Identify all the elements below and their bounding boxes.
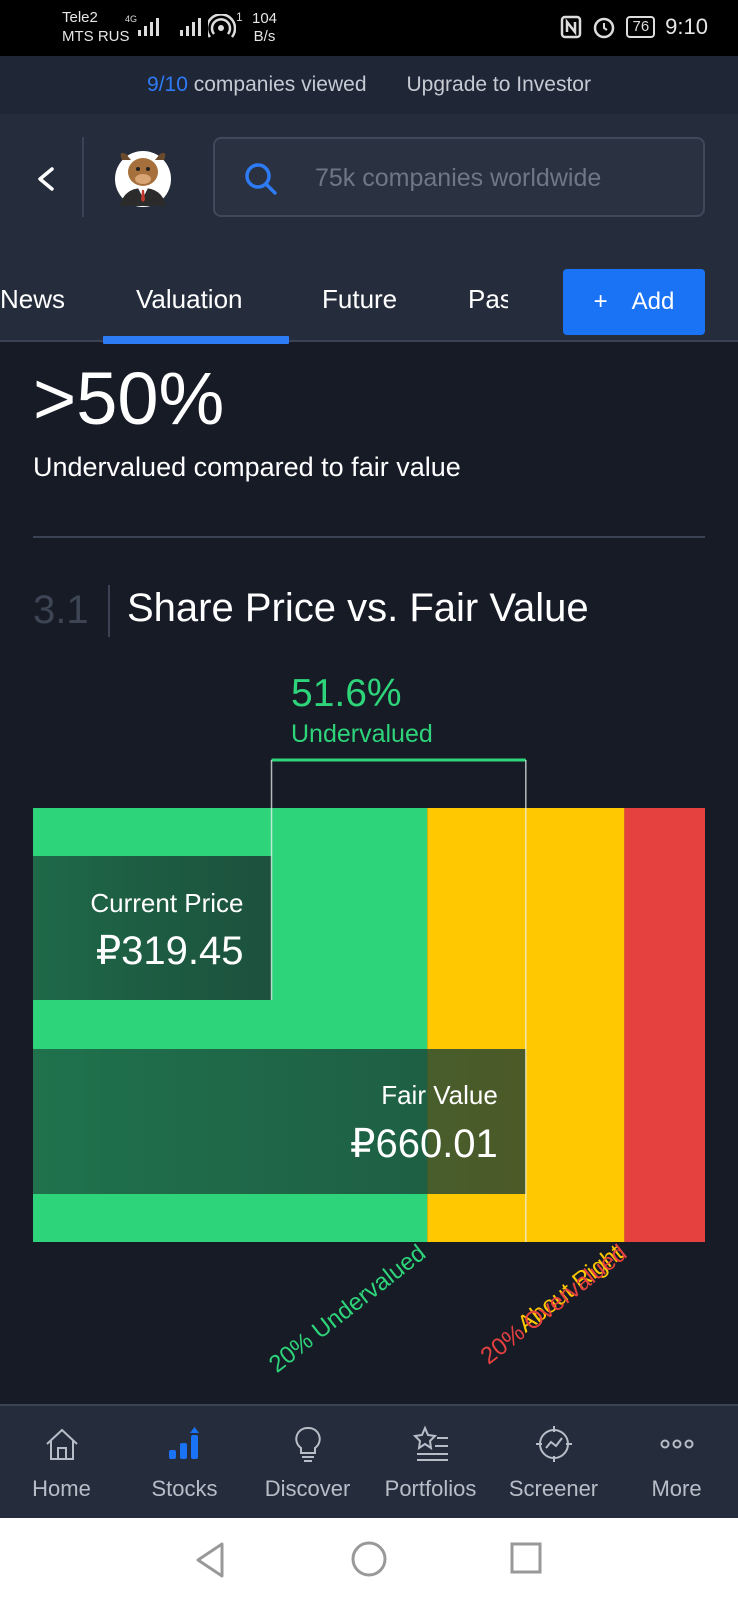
tab-future[interactable]: Future — [322, 284, 397, 315]
header-divider — [82, 137, 84, 217]
hotspot-icon — [208, 14, 236, 38]
zone-label-3: 20% Overvalued — [476, 1239, 632, 1370]
speed-unit: B/s — [253, 28, 276, 45]
battery-indicator: 76 — [626, 16, 656, 38]
nav-home[interactable]: Home — [0, 1420, 123, 1502]
search-placeholder: 75k companies worldwide — [315, 164, 602, 192]
portfolio-star-icon — [412, 1425, 448, 1461]
alarm-icon — [594, 17, 615, 39]
divider — [33, 536, 705, 538]
tab-past[interactable]: Pas — [468, 284, 508, 315]
section-number: 3.1 — [33, 588, 89, 632]
valuation-headline: >50% — [33, 357, 225, 440]
carrier-2: MTS RUS — [62, 28, 130, 45]
fair-value-value: ₽660.01 — [350, 1122, 498, 1166]
viewed-count: 9/10 — [147, 73, 188, 96]
tab-valuation[interactable]: Valuation — [136, 284, 243, 315]
system-navigation-bar — [0, 1518, 738, 1600]
nav-discover-label: Discover — [264, 1476, 351, 1501]
system-home-icon[interactable] — [350, 1540, 388, 1578]
lightbulb-icon — [294, 1426, 321, 1462]
section-tabs: News Valuation Future Pas + Add — [0, 254, 738, 344]
fair-value-chart: Current Price ₽319.45 Fair Value ₽660.01 20… — [33, 758, 705, 1378]
speed-value: 104 — [252, 10, 278, 27]
network-speed: 104 B/s — [252, 10, 277, 46]
current-price-bar — [33, 856, 272, 1000]
home-icon — [45, 1428, 78, 1460]
section-title: Share Price vs. Fair Value — [127, 586, 589, 630]
nfc-icon — [561, 15, 582, 39]
nav-more-label: More — [651, 1476, 702, 1501]
clock: 9:10 — [665, 14, 708, 39]
valuation-content: >50% Undervalued compared to fair value … — [0, 342, 738, 1404]
speed-prefix: 1 — [236, 10, 243, 24]
current-price-label: Current Price — [90, 888, 243, 918]
valuation-subtitle: Undervalued compared to fair value — [33, 452, 461, 482]
nav-screener-label: Screener — [508, 1476, 599, 1501]
search-input[interactable]: 75k companies worldwide — [213, 137, 705, 217]
zone-band-3 — [624, 808, 705, 1242]
nav-home-label: Home — [32, 1476, 91, 1501]
bull-avatar-icon[interactable] — [114, 146, 172, 208]
back-arrow-icon[interactable] — [28, 159, 68, 199]
nav-discover[interactable]: Discover — [246, 1420, 369, 1502]
search-icon — [245, 163, 277, 195]
usage-banner: 9/10 companies viewed Upgrade to Investo… — [0, 56, 738, 114]
status-bar: Tele2 MTS RUS 4G 1 104 B/s 76 9:10 — [0, 0, 738, 56]
signal-icon — [138, 18, 159, 36]
bottom-navigation: Home Stocks Discover Portfolios Screener… — [0, 1404, 738, 1518]
app-header: 75k companies worldwide News Valuation F… — [0, 114, 738, 344]
plus-icon: + — [593, 288, 608, 315]
current-price-value: ₽319.45 — [96, 929, 244, 973]
carrier-1: Tele2 — [62, 9, 98, 26]
tab-news[interactable]: News — [0, 284, 65, 315]
system-back-icon[interactable] — [192, 1540, 228, 1580]
fair-value-label: Fair Value — [381, 1080, 498, 1110]
nav-screener[interactable]: Screener — [492, 1420, 615, 1502]
nav-stocks[interactable]: Stocks — [123, 1420, 246, 1502]
stocks-icon — [168, 1427, 199, 1459]
signal-2-icon — [180, 18, 201, 36]
nav-stocks-label: Stocks — [151, 1476, 218, 1501]
discount-percent: 51.6% — [291, 672, 402, 715]
active-tab-indicator — [103, 336, 289, 344]
screener-crosshair-icon — [535, 1426, 572, 1462]
add-label: Add — [631, 288, 675, 315]
section-divider — [108, 585, 110, 637]
nav-portfolios[interactable]: Portfolios — [369, 1420, 492, 1502]
companies-viewed: 9/10 companies viewed — [147, 73, 366, 97]
carrier-names: Tele2 MTS RUS — [62, 8, 130, 46]
viewed-suffix: companies viewed — [187, 73, 367, 96]
zone-label-1: 20% Undervalued — [264, 1239, 431, 1378]
add-button[interactable]: + Add — [563, 269, 705, 335]
system-recents-icon[interactable] — [508, 1540, 544, 1576]
discount-label: Undervalued — [291, 720, 433, 748]
nav-more[interactable]: More — [615, 1420, 738, 1502]
nav-portfolios-label: Portfolios — [384, 1476, 477, 1501]
more-dots-icon — [660, 1439, 693, 1449]
status-right: 76 9:10 — [560, 14, 708, 40]
upgrade-link[interactable]: Upgrade to Investor — [407, 73, 591, 97]
